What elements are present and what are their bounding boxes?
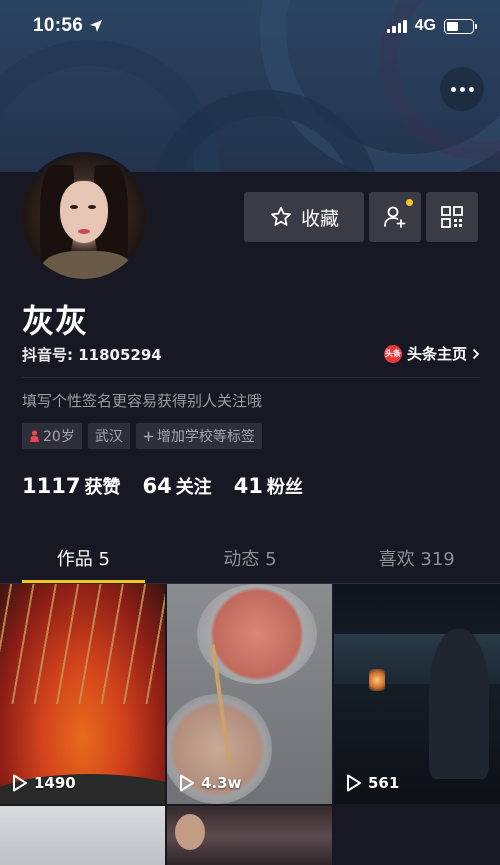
qr-code-icon — [441, 206, 463, 228]
age-label: 20岁 — [43, 429, 75, 445]
location-arrow-icon — [90, 20, 103, 32]
more-dots-icon — [450, 86, 456, 92]
empty-cell — [334, 806, 500, 865]
fans-count: 41 — [233, 474, 263, 498]
battery-icon — [444, 18, 477, 34]
add-friend-button[interactable] — [369, 192, 421, 242]
play-count-value: 4.3w — [201, 774, 242, 792]
city-label: 武汉 — [94, 429, 123, 445]
qr-code-button[interactable] — [426, 192, 478, 242]
city-tag[interactable]: 武汉 — [87, 423, 130, 449]
video-thumbnail[interactable] — [167, 806, 332, 865]
video-thumbnail[interactable]: 561 — [334, 584, 500, 804]
favorites-button[interactable]: 收藏 — [244, 192, 364, 242]
play-icon — [347, 774, 361, 792]
star-icon — [271, 206, 291, 226]
profile-tags: 20岁 武汉 增加学校等标签 — [22, 423, 262, 449]
tab-works[interactable]: 作品 5 — [0, 533, 167, 583]
network-label: 4G — [414, 17, 436, 34]
tab-likes[interactable]: 喜欢 319 — [333, 533, 500, 583]
douyin-id: 抖音号: 11805294 — [22, 346, 162, 364]
fans-label: 粉丝 — [266, 477, 303, 498]
avatar-photo — [22, 155, 146, 279]
video-thumbnail[interactable]: 1490 — [0, 584, 165, 804]
gender-female-icon — [30, 430, 39, 442]
more-options-button[interactable] — [440, 67, 484, 111]
play-count-value: 1490 — [34, 774, 76, 792]
plus-icon — [143, 431, 153, 441]
avatar[interactable] — [19, 152, 149, 282]
play-icon — [13, 774, 27, 792]
play-count: 4.3w — [179, 774, 241, 792]
likes-label: 获赞 — [84, 477, 121, 498]
video-thumbnail[interactable] — [0, 806, 165, 865]
play-count-value: 561 — [368, 774, 400, 792]
following-stat[interactable]: 64 关注 — [142, 473, 211, 499]
notification-dot — [406, 199, 413, 206]
following-label: 关注 — [175, 477, 212, 498]
play-count: 561 — [346, 774, 399, 792]
video-thumbnail[interactable]: 4.3w — [167, 584, 332, 804]
toutiao-homepage-link[interactable]: 头条 头条主页 — [383, 343, 480, 364]
video-grid: 1490 4.3w 561 — [0, 584, 500, 865]
following-count: 64 — [142, 474, 172, 498]
profile-name: 灰灰 — [22, 302, 89, 340]
favorites-label: 收藏 — [300, 207, 339, 230]
add-school-label: 增加学校等标签 — [156, 429, 255, 445]
status-time: 10:56 — [33, 15, 84, 36]
play-icon — [180, 774, 194, 792]
tab-dynamics[interactable]: 动态 5 — [167, 533, 334, 583]
divider — [22, 377, 480, 378]
likes-count: 1117 — [22, 474, 81, 498]
likes-stat[interactable]: 1117 获赞 — [22, 473, 120, 499]
add-school-tag-button[interactable]: 增加学校等标签 — [135, 423, 262, 449]
fans-stat[interactable]: 41 粉丝 — [234, 473, 303, 499]
signal-icon — [386, 19, 407, 33]
chevron-right-icon — [472, 348, 480, 359]
content-tabs: 作品 5 动态 5 喜欢 319 — [0, 533, 500, 583]
profile-stats: 1117 获赞 64 关注 41 粉丝 — [22, 473, 303, 499]
status-bar: 10:56 4G — [0, 0, 500, 52]
toutiao-logo-icon: 头条 — [383, 344, 402, 363]
add-friend-icon — [384, 206, 406, 228]
signature-prompt[interactable]: 填写个性签名更容易获得别人关注哦 — [22, 390, 262, 411]
age-tag[interactable]: 20岁 — [22, 423, 82, 449]
toutiao-label: 头条主页 — [406, 345, 467, 363]
play-count: 1490 — [12, 774, 76, 792]
